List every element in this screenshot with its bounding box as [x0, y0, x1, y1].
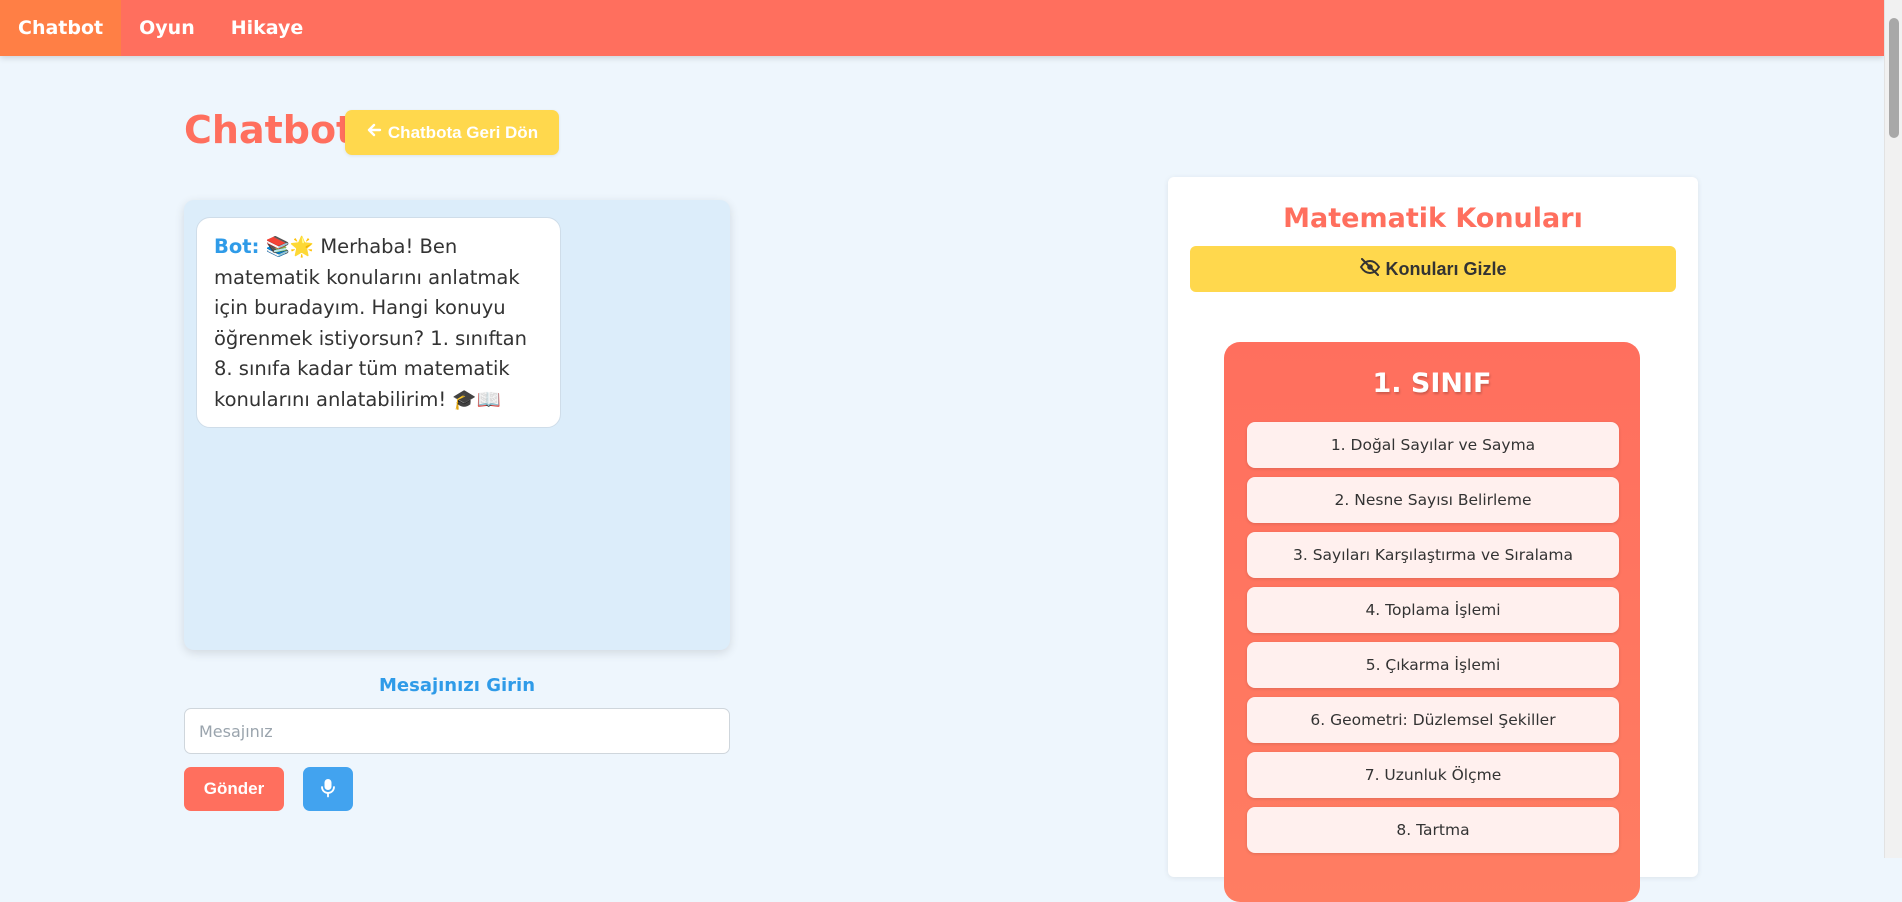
hide-topics-button[interactable]: Konuları Gizle [1190, 246, 1676, 292]
microphone-button[interactable] [303, 767, 353, 811]
nav-item-oyun[interactable]: Oyun [121, 0, 213, 56]
scrollbar-thumb[interactable] [1889, 18, 1899, 138]
arrow-left-icon [366, 122, 382, 143]
hide-topics-label: Konuları Gizle [1385, 258, 1507, 279]
topics-panel: Matematik Konuları Konuları Gizle 1. SIN… [1168, 177, 1698, 902]
chat-messages-area[interactable]: Bot: 📚🌟 Merhaba! Ben matematik konuların… [184, 200, 730, 650]
send-button[interactable]: Gönder [184, 767, 284, 811]
grade-card-1: 1. SINIF 1. Doğal Sayılar ve Sayma 2. Ne… [1224, 342, 1640, 902]
topics-title: Matematik Konuları [1283, 203, 1583, 234]
message-input[interactable] [184, 708, 730, 754]
topic-item[interactable]: 8. Tartma [1247, 807, 1619, 853]
page-scrollbar[interactable] [1884, 0, 1902, 858]
topic-list: 1. Doğal Sayılar ve Sayma 2. Nesne Sayıs… [1247, 422, 1619, 853]
bot-message: Bot: 📚🌟 Merhaba! Ben matematik konuların… [196, 217, 561, 428]
topic-item[interactable]: 2. Nesne Sayısı Belirleme [1247, 477, 1619, 523]
eye-slash-icon [1359, 257, 1381, 281]
topic-item[interactable]: 5. Çıkarma İşlemi [1247, 642, 1619, 688]
microphone-icon [321, 778, 335, 801]
topic-item[interactable]: 7. Uzunluk Ölçme [1247, 752, 1619, 798]
top-navbar: Chatbot Oyun Hikaye [0, 0, 1884, 56]
topic-item[interactable]: 3. Sayıları Karşılaştırma ve Sıralama [1247, 532, 1619, 578]
nav-item-chatbot[interactable]: Chatbot [0, 0, 122, 56]
nav-item-hikaye[interactable]: Hikaye [213, 0, 322, 56]
page-title: Chatbot [184, 108, 355, 152]
bot-message-text: 📚🌟 Merhaba! Ben matematik konularını anl… [214, 235, 527, 411]
bot-sender-label: Bot: [214, 235, 260, 258]
topic-item[interactable]: 1. Doğal Sayılar ve Sayma [1247, 422, 1619, 468]
grade-title: 1. SINIF [1372, 368, 1492, 399]
back-button-label: Chatbota Geri Dön [387, 122, 539, 142]
back-to-chatbot-button[interactable]: Chatbota Geri Dön [345, 110, 559, 155]
topic-item[interactable]: 6. Geometri: Düzlemsel Şekiller [1247, 697, 1619, 743]
topic-item[interactable]: 4. Toplama İşlemi [1247, 587, 1619, 633]
message-input-label: Mesajınızı Girin [378, 675, 536, 696]
